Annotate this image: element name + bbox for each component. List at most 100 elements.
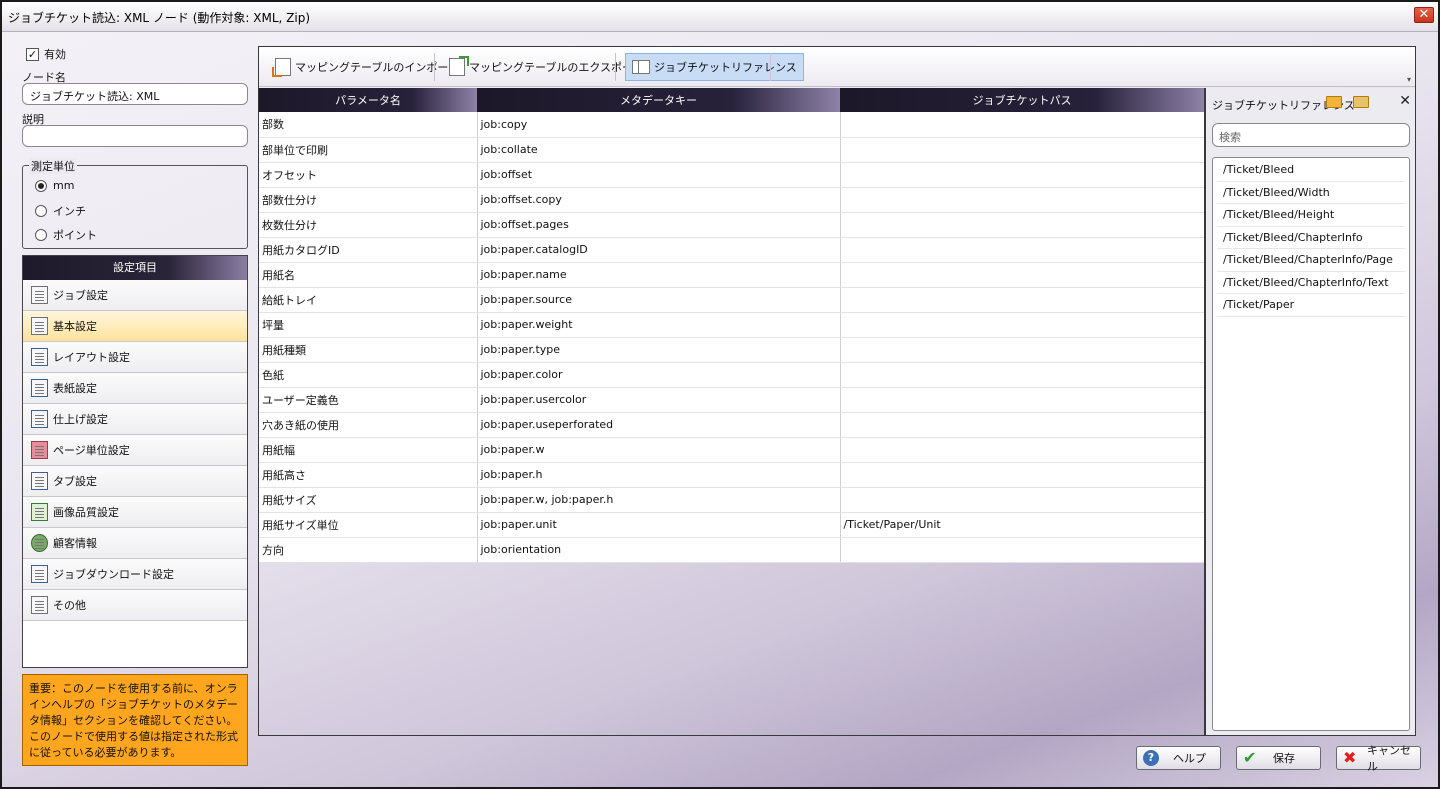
table-row[interactable]: 部単位で印刷 job:collate — [259, 137, 1205, 163]
table-row[interactable]: オフセット job:offset — [259, 162, 1205, 188]
cell-parameter-name[interactable]: 用紙名 — [259, 262, 478, 288]
column-header-ticket-path[interactable]: ジョブチケットパス — [840, 88, 1204, 112]
settings-item-basic[interactable]: 基本設定 — [23, 311, 247, 342]
table-row[interactable]: 給紙トレイ job:paper.source — [259, 287, 1205, 313]
reference-list-item[interactable]: /Ticket/Bleed/ChapterInfo — [1217, 227, 1405, 249]
table-row[interactable]: 用紙名 job:paper.name — [259, 262, 1205, 288]
radio-point[interactable] — [35, 229, 47, 241]
cell-ticket-path[interactable] — [840, 362, 1205, 388]
table-row[interactable]: 枚数仕分け job:offset.pages — [259, 212, 1205, 238]
settings-item-tab[interactable]: タブ設定 — [23, 466, 247, 497]
cell-ticket-path[interactable] — [840, 412, 1205, 438]
enabled-checkbox[interactable]: ✓ — [26, 47, 39, 61]
radio-inch[interactable] — [35, 205, 47, 217]
cell-metadata-key[interactable]: job:paper.weight — [477, 312, 841, 338]
cell-metadata-key[interactable]: job:paper.h — [477, 462, 841, 488]
cell-ticket-path[interactable] — [840, 262, 1205, 288]
unit-option-inch[interactable]: インチ — [35, 203, 86, 219]
cell-ticket-path[interactable]: /Ticket/Paper/Unit — [840, 512, 1205, 538]
cancel-button[interactable]: ✖ キャンセル — [1336, 744, 1421, 773]
open-folder-icon[interactable] — [1326, 96, 1342, 108]
cell-parameter-name[interactable]: 用紙サイズ — [259, 487, 478, 513]
cell-ticket-path[interactable] — [840, 112, 1205, 138]
cell-parameter-name[interactable]: オフセット — [259, 162, 478, 188]
cell-parameter-name[interactable]: 坪量 — [259, 312, 478, 338]
cell-parameter-name[interactable]: 部数仕分け — [259, 187, 478, 213]
reference-list-item[interactable]: /Ticket/Bleed — [1217, 159, 1405, 182]
cell-parameter-name[interactable]: 部単位で印刷 — [259, 137, 478, 163]
description-field[interactable] — [22, 125, 248, 147]
import-mapping-button[interactable]: マッピングテーブルのインポート — [269, 53, 465, 81]
cell-ticket-path[interactable] — [840, 487, 1205, 513]
table-row[interactable]: 方向 job:orientation — [259, 537, 1205, 563]
cell-metadata-key[interactable]: job:paper.w, job:paper.h — [477, 487, 841, 513]
reference-search-input[interactable]: 検索 — [1212, 123, 1410, 147]
reference-list-item[interactable]: /Ticket/Bleed/ChapterInfo/Text — [1217, 272, 1405, 294]
cell-ticket-path[interactable] — [840, 287, 1205, 313]
cell-metadata-key[interactable]: job:paper.useperforated — [477, 412, 841, 438]
cell-ticket-path[interactable] — [840, 312, 1205, 338]
table-row[interactable]: ユーザー定義色 job:paper.usercolor — [259, 387, 1205, 413]
cell-parameter-name[interactable]: 方向 — [259, 537, 478, 563]
settings-item-image-quality[interactable]: 画像品質設定 — [23, 497, 247, 528]
cell-parameter-name[interactable]: 用紙カタログID — [259, 237, 478, 263]
cell-metadata-key[interactable]: job:copy — [477, 112, 841, 138]
table-row[interactable]: 穴あき紙の使用 job:paper.useperforated — [259, 412, 1205, 438]
cell-metadata-key[interactable]: job:orientation — [477, 537, 841, 563]
settings-item-cover[interactable]: 表紙設定 — [23, 373, 247, 404]
table-row[interactable]: 用紙種類 job:paper.type — [259, 337, 1205, 363]
settings-item-other[interactable]: その他 — [23, 590, 247, 621]
table-row[interactable]: 用紙幅 job:paper.w — [259, 437, 1205, 463]
settings-item-layout[interactable]: レイアウト設定 — [23, 342, 247, 373]
cell-ticket-path[interactable] — [840, 462, 1205, 488]
column-header-metadata-key[interactable]: メタデータキー — [477, 88, 840, 112]
cell-metadata-key[interactable]: job:paper.color — [477, 362, 841, 388]
unit-option-mm[interactable]: mm — [35, 179, 74, 192]
job-ticket-reference-button[interactable]: ジョブチケットリファレンス — [625, 53, 804, 81]
cell-parameter-name[interactable]: 用紙高さ — [259, 462, 478, 488]
cell-ticket-path[interactable] — [840, 337, 1205, 363]
unit-option-point[interactable]: ポイント — [35, 227, 97, 243]
cell-ticket-path[interactable] — [840, 212, 1205, 238]
cell-ticket-path[interactable] — [840, 162, 1205, 188]
cell-parameter-name[interactable]: 穴あき紙の使用 — [259, 412, 478, 438]
cell-metadata-key[interactable]: job:paper.catalogID — [477, 237, 841, 263]
reference-list-item[interactable]: /Ticket/Bleed/Width — [1217, 182, 1405, 204]
cell-parameter-name[interactable]: 色紙 — [259, 362, 478, 388]
cell-metadata-key[interactable]: job:offset.copy — [477, 187, 841, 213]
toolbar-overflow-icon[interactable]: ▾ — [1407, 75, 1411, 84]
reference-list-item[interactable]: /Ticket/Bleed/ChapterInfo/Page — [1217, 249, 1405, 272]
help-button[interactable]: ? ヘルプ — [1136, 746, 1221, 770]
export-mapping-button[interactable]: マッピングテーブルのエクスポート — [443, 53, 650, 81]
settings-item-page[interactable]: ページ単位設定 — [23, 435, 247, 466]
cell-parameter-name[interactable]: 用紙幅 — [259, 437, 478, 463]
cell-metadata-key[interactable]: job:offset — [477, 162, 841, 188]
save-button[interactable]: ✔ 保存 — [1236, 746, 1321, 770]
table-row[interactable]: 坪量 job:paper.weight — [259, 312, 1205, 338]
settings-item-customer[interactable]: 顧客情報 — [23, 528, 247, 559]
cell-parameter-name[interactable]: 枚数仕分け — [259, 212, 478, 238]
cell-ticket-path[interactable] — [840, 437, 1205, 463]
window-close-button[interactable]: ✕ — [1414, 7, 1434, 23]
column-header-parameter[interactable]: パラメータ名 — [259, 88, 477, 112]
cell-ticket-path[interactable] — [840, 387, 1205, 413]
table-row[interactable]: 部数 job:copy — [259, 112, 1205, 138]
settings-item-job[interactable]: ジョブ設定 — [23, 280, 247, 311]
cell-metadata-key[interactable]: job:paper.unit — [477, 512, 841, 538]
settings-item-job-download[interactable]: ジョブダウンロード設定 — [23, 559, 247, 590]
table-row[interactable]: 用紙サイズ単位 job:paper.unit/Ticket/Paper/Unit — [259, 512, 1205, 538]
cell-metadata-key[interactable]: job:offset.pages — [477, 212, 841, 238]
table-row[interactable]: 色紙 job:paper.color — [259, 362, 1205, 388]
radio-mm[interactable] — [35, 179, 47, 192]
cell-parameter-name[interactable]: 用紙種類 — [259, 337, 478, 363]
cell-parameter-name[interactable]: ユーザー定義色 — [259, 387, 478, 413]
cell-ticket-path[interactable] — [840, 537, 1205, 563]
cell-metadata-key[interactable]: job:paper.usercolor — [477, 387, 841, 413]
cell-metadata-key[interactable]: job:collate — [477, 137, 841, 163]
cell-ticket-path[interactable] — [840, 137, 1205, 163]
table-row[interactable]: 部数仕分け job:offset.copy — [259, 187, 1205, 213]
table-row[interactable]: 用紙カタログID job:paper.catalogID — [259, 237, 1205, 263]
settings-item-finishing[interactable]: 仕上げ設定 — [23, 404, 247, 435]
cell-metadata-key[interactable]: job:paper.type — [477, 337, 841, 363]
cell-parameter-name[interactable]: 給紙トレイ — [259, 287, 478, 313]
